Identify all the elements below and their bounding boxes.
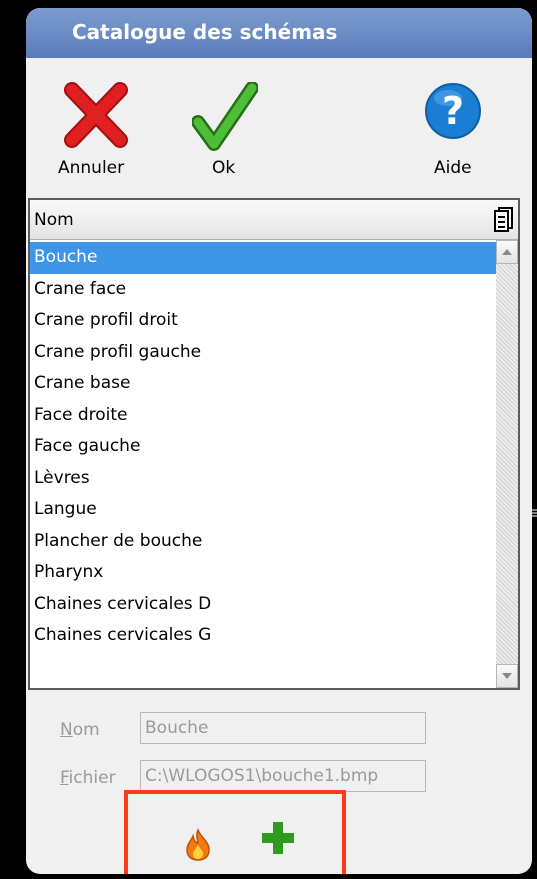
ok-label: Ok <box>212 158 236 178</box>
list-item[interactable]: Bouche <box>30 242 496 274</box>
list-rows: Bouche Crane face Crane profil droit Crane … <box>30 242 496 652</box>
plus-icon[interactable] <box>260 820 296 856</box>
flame-icon[interactable] <box>182 828 214 862</box>
scroll-down-button[interactable] <box>496 664 518 688</box>
cancel-label: Annuler <box>58 158 125 178</box>
list-item[interactable]: Plancher de bouche <box>30 526 496 558</box>
ok-button[interactable]: Ok <box>190 82 260 182</box>
window-title: Catalogue des schémas <box>72 20 338 44</box>
chevron-up-icon <box>502 249 512 255</box>
highlight-box <box>124 790 346 874</box>
name-label: Nom <box>60 720 100 740</box>
cancel-button[interactable]: Annuler <box>50 82 140 182</box>
svg-text:?: ? <box>442 89 464 133</box>
title-bar: Catalogue des schémas <box>26 8 532 58</box>
file-label: Fichier <box>60 768 116 788</box>
list-item[interactable]: Chaines cervicales G <box>30 620 496 652</box>
list-item[interactable]: Face droite <box>30 400 496 432</box>
red-x-icon <box>64 82 128 148</box>
blue-question-icon: ? <box>425 83 481 139</box>
list-item[interactable]: Crane base <box>30 368 496 400</box>
scroll-up-button[interactable] <box>496 240 518 264</box>
schema-list: Nom Bouche Crane face Crane profil droit Cr… <box>28 198 520 690</box>
list-item[interactable]: Crane face <box>30 274 496 306</box>
list-item[interactable]: Crane profil gauche <box>30 337 496 369</box>
help-button[interactable]: ? Aide <box>422 82 492 182</box>
list-item[interactable]: Face gauche <box>30 431 496 463</box>
vertical-scrollbar[interactable] <box>496 240 518 688</box>
list-item[interactable]: Lèvres <box>30 463 496 495</box>
list-item[interactable]: Pharynx <box>30 557 496 589</box>
green-check-icon <box>192 82 258 151</box>
file-field[interactable] <box>140 760 426 792</box>
list-header[interactable]: Nom <box>30 200 518 240</box>
name-field[interactable] <box>140 712 426 744</box>
column-header-nom[interactable]: Nom <box>34 210 74 230</box>
list-item[interactable]: Langue <box>30 494 496 526</box>
column-chooser-icon[interactable] <box>492 205 516 233</box>
schema-catalog-window: Catalogue des schémas Annuler Ok ? Aide … <box>26 8 532 874</box>
help-label: Aide <box>434 158 472 178</box>
chevron-down-icon <box>502 673 512 679</box>
list-item[interactable]: Chaines cervicales D <box>30 589 496 621</box>
resize-grip <box>532 509 537 517</box>
list-item[interactable]: Crane profil droit <box>30 305 496 337</box>
